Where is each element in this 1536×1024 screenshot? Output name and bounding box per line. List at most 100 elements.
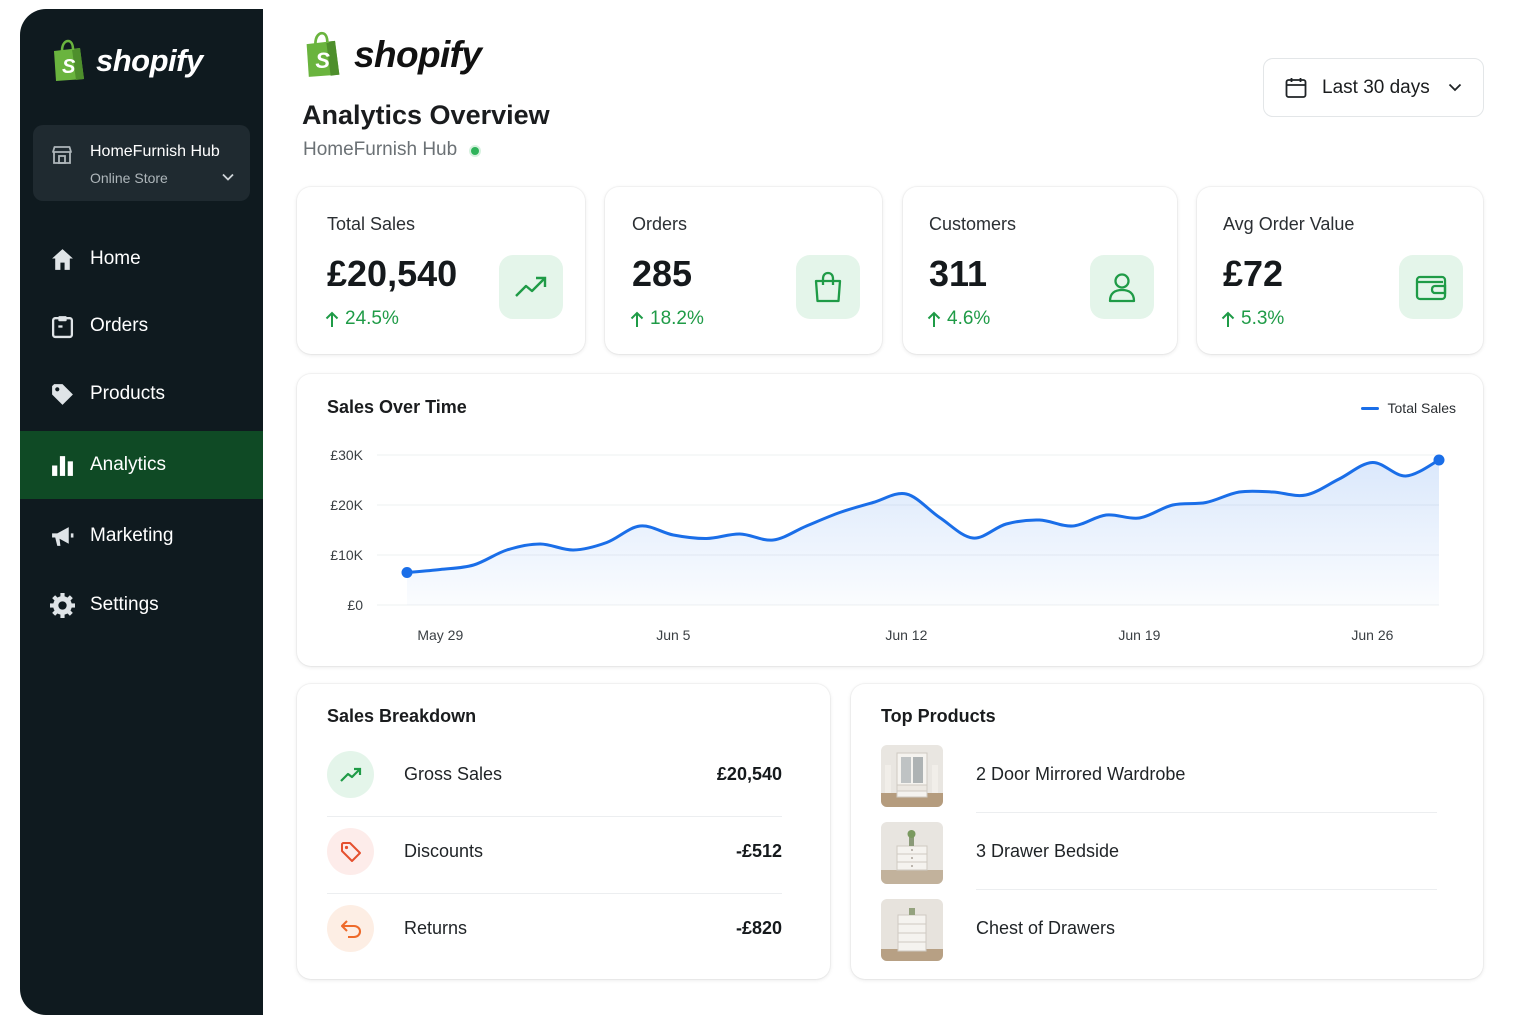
kpi-card-avg-order-value: Avg Order Value £72 5.3% — [1197, 187, 1483, 354]
store-switcher[interactable]: HomeFurnish Hub Online Store — [33, 125, 250, 201]
kpi-change-value: 18.2% — [650, 308, 704, 329]
breakdown-row: Gross Sales £20,540 — [327, 751, 782, 828]
sidebar-item-label: Orders — [90, 315, 149, 336]
kpi-title: Customers — [929, 214, 1017, 234]
breakdown-row: Discounts -£512 — [327, 828, 782, 905]
product-thumbnail-bedside[interactable] — [881, 822, 943, 884]
product-thumbnail-chest-of-drawers[interactable] — [881, 899, 943, 961]
section-title: Sales Breakdown — [327, 706, 477, 726]
sidebar-item-analytics[interactable]: Analytics — [20, 431, 263, 499]
trend-up-icon — [327, 751, 374, 798]
breakdown-value: -£512 — [735, 841, 782, 861]
bar-chart-icon — [50, 453, 75, 478]
sidebar: S shopify HomeFurnish Hub Online Store H… — [20, 9, 263, 1015]
main-logo: S shopify — [302, 31, 482, 79]
kpi-value: £72 — [1223, 253, 1284, 294]
megaphone-icon — [50, 524, 75, 549]
storefront-icon — [52, 146, 72, 164]
sidebar-logo[interactable]: S shopify — [50, 39, 203, 83]
divider — [976, 812, 1437, 813]
sidebar-item-home[interactable]: Home — [20, 225, 263, 293]
kpi-value: 311 — [929, 253, 988, 294]
y-tick-label: £10K — [330, 547, 363, 563]
divider — [327, 893, 782, 894]
shopify-bag-icon: S — [306, 31, 340, 77]
breakdown-label: Discounts — [404, 841, 484, 861]
product-thumbnail-wardrobe[interactable] — [881, 745, 943, 807]
y-tick-label: £20K — [330, 497, 363, 513]
kpi-change: 5.3% — [1221, 308, 1284, 330]
sidebar-item-settings[interactable]: Settings — [20, 571, 263, 639]
wallet-icon — [1399, 255, 1463, 319]
breakdown-label: Returns — [404, 918, 468, 938]
store-type: Online Store — [90, 170, 168, 186]
kpi-card-orders: Orders 285 18.2% — [605, 187, 882, 354]
sidebar-item-marketing[interactable]: Marketing — [20, 502, 263, 570]
data-point[interactable] — [1433, 454, 1445, 466]
sidebar-item-products[interactable]: Products — [20, 360, 263, 428]
kpi-value: 285 — [632, 253, 693, 294]
product-row[interactable]: Chest of Drawers — [881, 899, 1437, 976]
product-row[interactable]: 3 Drawer Bedside — [881, 822, 1437, 899]
user-icon — [1090, 255, 1154, 319]
sidebar-item-label: Home — [90, 248, 141, 269]
breakdown-row: Returns -£820 — [327, 905, 782, 982]
orders-icon — [50, 314, 75, 339]
page-title: Analytics Overview — [302, 100, 550, 130]
product-name: 3 Drawer Bedside — [976, 841, 1120, 861]
breakdown-value: £20,540 — [716, 764, 782, 784]
sidebar-item-label: Products — [90, 383, 165, 404]
arrow-up-icon — [1221, 311, 1235, 327]
svg-text:S: S — [315, 48, 330, 73]
kpi-card-customers: Customers 311 4.6% — [903, 187, 1177, 354]
kpi-change: 4.6% — [927, 308, 990, 330]
kpi-change: 18.2% — [630, 308, 704, 330]
store-name: HomeFurnish Hub — [90, 143, 220, 160]
arrow-up-icon — [630, 311, 644, 327]
kpi-change-value: 4.6% — [947, 308, 991, 329]
chevron-down-icon — [1448, 83, 1462, 92]
svg-text:S: S — [62, 56, 76, 78]
sales-chart: £30K £20K £10K £0 May 29 Jun 5 Jun 12 Jun 19 Ju… — [330, 447, 1445, 643]
area-fill — [407, 460, 1439, 605]
trend-up-icon — [499, 255, 563, 319]
kpi-change: 24.5% — [325, 308, 399, 330]
kpi-change-value: 5.3% — [1241, 308, 1285, 329]
product-row[interactable]: 2 Door Mirrored Wardrobe — [881, 745, 1437, 822]
breakdown-value: -£820 — [735, 918, 782, 938]
x-tick-label: Jun 26 — [1351, 627, 1393, 643]
main-brand-name: shopify — [354, 34, 482, 75]
sales-breakdown-card: Sales Breakdown Gross Sales £20,540 Disc… — [297, 684, 830, 979]
gear-icon — [50, 592, 75, 618]
shopping-bag-icon — [796, 255, 860, 319]
data-point[interactable] — [401, 567, 413, 578]
product-name: 2 Door Mirrored Wardrobe — [976, 764, 1186, 784]
calendar-icon — [1285, 78, 1307, 98]
sidebar-brand-name: shopify — [96, 43, 203, 78]
divider — [976, 889, 1437, 890]
divider — [327, 816, 782, 817]
kpi-title: Avg Order Value — [1223, 214, 1355, 234]
online-status-dot — [471, 147, 479, 155]
y-tick-label: £0 — [347, 597, 363, 613]
breakdown-label: Gross Sales — [404, 764, 503, 784]
sales-over-time-card: Sales Over Time Total Sales £30K £20K £10K… — [297, 374, 1483, 666]
x-tick-label: Jun 12 — [885, 627, 927, 643]
home-icon — [50, 247, 75, 272]
x-tick-label: May 29 — [417, 627, 463, 643]
chevron-down-icon — [222, 173, 234, 181]
x-tick-label: Jun 19 — [1118, 627, 1160, 643]
arrow-up-icon — [927, 311, 941, 327]
discount-tag-icon — [327, 828, 374, 875]
date-range-select[interactable]: Last 30 days — [1263, 58, 1484, 117]
sidebar-item-label: Marketing — [90, 525, 174, 546]
return-arrow-icon — [327, 905, 374, 952]
top-products-card: Top Products 2 Door Mirrored Wardrobe 3 … — [851, 684, 1483, 979]
kpi-card-total-sales: Total Sales £20,540 24.5% — [297, 187, 585, 354]
sidebar-item-orders[interactable]: Orders — [20, 292, 263, 360]
shopify-bag-icon: S — [54, 39, 84, 81]
tag-icon — [50, 382, 75, 407]
kpi-value: £20,540 — [327, 253, 458, 294]
date-range-label: Last 30 days — [1322, 77, 1430, 98]
section-title: Top Products — [881, 706, 996, 726]
